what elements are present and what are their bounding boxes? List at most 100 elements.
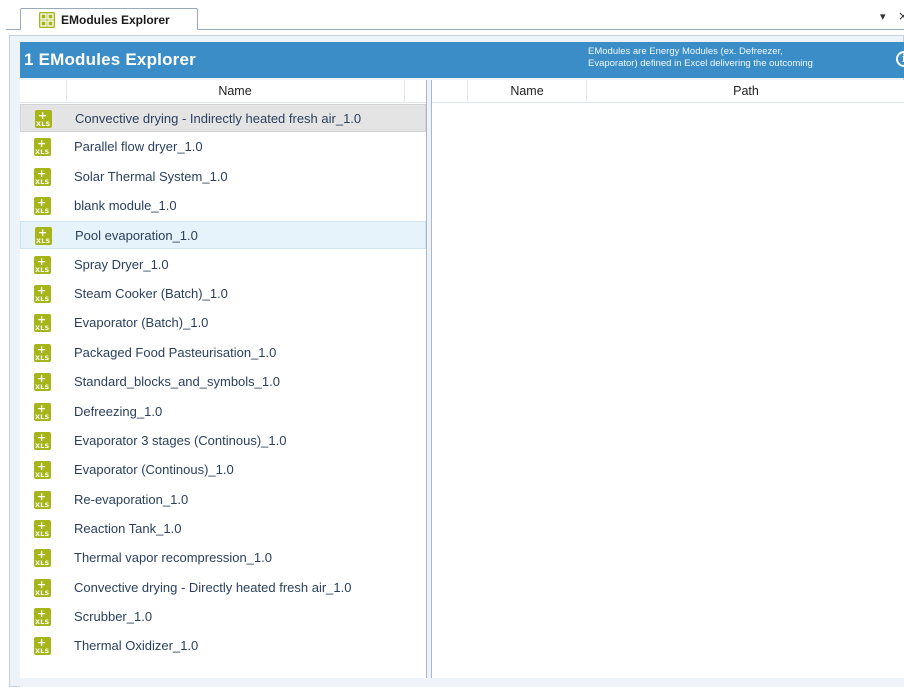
xls-badge-text: XLS: [35, 441, 50, 450]
list-item[interactable]: + XLS Solar Thermal System_1.0: [20, 163, 426, 191]
excel-module-icon: + XLS: [34, 549, 51, 568]
list-item-label: Convective drying - Indirectly heated fr…: [75, 111, 362, 126]
xls-badge-text: XLS: [35, 529, 50, 538]
excel-module-icon: + XLS: [34, 489, 51, 509]
header-description: EModules are Energy Modules (ex. Defreez…: [588, 46, 888, 70]
xls-badge-text: XLS: [35, 559, 50, 568]
list-item[interactable]: + XLS Defreezing_1.0: [20, 398, 426, 426]
plus-icon: +: [37, 284, 47, 298]
description-line-1: EModules are Energy Modules (ex. Defreez…: [588, 46, 783, 57]
plus-icon: +: [38, 109, 48, 122]
xls-badge-text: XLS: [35, 383, 50, 392]
list-item-label: Re-evaporation_1.0: [74, 491, 189, 507]
list-item[interactable]: + XLS Scrubber_1.0: [20, 603, 426, 631]
list-item-label: Pool evaporation_1.0: [75, 228, 198, 244]
excel-module-icon: + XLS: [34, 284, 51, 304]
plus-icon: +: [37, 460, 47, 474]
plus-icon: +: [37, 137, 47, 151]
excel-module-icon: + XLS: [35, 226, 52, 246]
xls-badge-text: XLS: [35, 353, 50, 362]
plus-icon: +: [37, 577, 47, 591]
excel-module-icon: + XLS: [34, 342, 51, 362]
list-item[interactable]: + XLS Steam Cooker (Batch)_1.0: [20, 280, 426, 308]
tab-emodules-explorer[interactable]: EModules Explorer: [20, 8, 198, 30]
info-icon[interactable]: i: [896, 51, 904, 67]
list-item-label: blank module_1.0: [74, 198, 177, 214]
excel-module-icon: + XLS: [34, 636, 51, 656]
list-item[interactable]: + XLS Pool evaporation_1.0: [20, 221, 426, 250]
list-item-label: Solar Thermal System_1.0: [74, 168, 228, 184]
list-item-label: Thermal vapor recompression_1.0: [74, 550, 272, 566]
list-item-label: Evaporator (Batch)_1.0: [74, 315, 209, 331]
list-item[interactable]: + XLS blank module_1.0: [20, 192, 426, 220]
excel-module-icon: + XLS: [34, 197, 51, 216]
excel-module-icon: + XLS: [34, 313, 51, 333]
list-item-label: Defreezing_1.0: [74, 403, 163, 419]
column-separator[interactable]: [404, 80, 405, 102]
plus-icon: +: [37, 489, 47, 503]
excel-module-icon: + XLS: [34, 460, 51, 480]
list-item[interactable]: + XLS Packaged Food Pasteurisation_1.0: [20, 339, 426, 367]
tab-label: EModules Explorer: [61, 12, 170, 27]
list-item-label: Parallel flow dryer_1.0: [74, 139, 203, 155]
list-item[interactable]: + XLS Convective drying - Indirectly heate…: [20, 104, 426, 132]
close-icon[interactable]: ×: [898, 9, 904, 23]
column-header-name[interactable]: Name: [67, 84, 403, 98]
plus-icon: +: [37, 166, 47, 180]
list-item[interactable]: + XLS Re-evaporation_1.0: [20, 486, 426, 514]
plus-icon: +: [37, 342, 47, 356]
list-item-label: Convective drying - Directly heated fres…: [74, 579, 352, 595]
xls-badge-text: XLS: [35, 177, 50, 186]
list-item-label: Scrubber_1.0: [74, 608, 153, 624]
excel-module-icon: + XLS: [34, 518, 51, 538]
xls-badge-text: XLS: [35, 265, 50, 274]
module-list-header: Name: [20, 80, 426, 103]
xls-badge-text: XLS: [36, 237, 51, 246]
list-item-label: Packaged Food Pasteurisation_1.0: [74, 344, 277, 360]
page-title: 1 EModules Explorer: [24, 50, 196, 69]
xls-badge-text: XLS: [35, 207, 50, 216]
list-item[interactable]: + XLS Spray Dryer_1.0: [20, 251, 426, 279]
list-item[interactable]: + XLS Evaporator (Batch)_1.0: [20, 309, 426, 337]
details-pane: Name Path: [431, 80, 904, 678]
excel-module-icon: + XLS: [34, 402, 51, 421]
list-item[interactable]: + XLS Evaporator (Continous)_1.0: [20, 456, 426, 484]
xls-badge-text: XLS: [35, 324, 50, 333]
list-item[interactable]: + XLS Standard_blocks_and_symbols_1.0: [20, 368, 426, 396]
plus-icon: +: [37, 606, 47, 620]
column-header-name[interactable]: Name: [468, 84, 586, 98]
excel-module-icon: + XLS: [34, 166, 51, 186]
panel-footer: [20, 678, 904, 687]
xls-badge-text: XLS: [35, 588, 50, 597]
list-item-label: Steam Cooker (Batch)_1.0: [74, 286, 228, 302]
column-header-path[interactable]: Path: [587, 84, 904, 98]
xls-badge-text: XLS: [35, 148, 50, 157]
list-item[interactable]: + XLS Evaporator 3 stages (Continous)_1.0: [20, 427, 426, 455]
excel-module-icon: + XLS: [34, 431, 51, 450]
list-item-label: Standard_blocks_and_symbols_1.0: [74, 374, 280, 390]
excel-module-icon: + XLS: [34, 137, 51, 157]
list-item[interactable]: + XLS Parallel flow dryer_1.0: [20, 133, 426, 161]
list-item-label: Evaporator (Continous)_1.0: [74, 462, 234, 478]
plus-icon: +: [37, 518, 47, 532]
plus-icon: +: [37, 636, 47, 650]
list-item[interactable]: + XLS Convective drying - Directly heated …: [20, 574, 426, 602]
list-item[interactable]: + XLS Reaction Tank_1.0: [20, 515, 426, 543]
xls-badge-text: XLS: [35, 295, 50, 304]
excel-module-icon: + XLS: [34, 372, 51, 392]
plus-icon: +: [38, 226, 48, 240]
module-grid-icon: [39, 11, 55, 28]
xls-badge-text: XLS: [36, 120, 51, 128]
plus-icon: +: [37, 372, 47, 386]
list-item[interactable]: + XLS Thermal Oxidizer_1.0: [20, 632, 426, 660]
tab-dropdown-icon[interactable]: ▾: [880, 10, 886, 23]
xls-badge-text: XLS: [35, 471, 50, 480]
plus-icon: +: [37, 313, 47, 327]
list-item-label: Reaction Tank_1.0: [74, 520, 182, 536]
list-item-label: Spray Dryer_1.0: [74, 256, 169, 272]
module-list-pane: Name + XLS Convective drying - Indirectly …: [20, 80, 427, 678]
document-tab-strip: EModules Explorer ▾ ×: [0, 0, 904, 36]
xls-badge-text: XLS: [35, 647, 50, 656]
explorer-header: 1 EModules Explorer EModules are Energy …: [20, 42, 904, 78]
list-item[interactable]: + XLS Thermal vapor recompression_1.0: [20, 544, 426, 572]
